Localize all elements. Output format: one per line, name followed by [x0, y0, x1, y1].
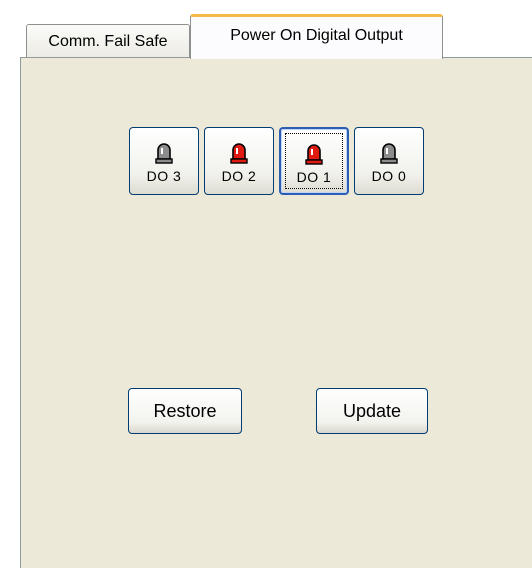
- tab-comm-fail-safe-label: Comm. Fail Safe: [48, 32, 168, 50]
- do-0-toggle-button[interactable]: DO 0: [354, 127, 424, 195]
- lamp-on-icon: [230, 143, 248, 164]
- do-2-label: DO 2: [221, 168, 257, 184]
- update-button[interactable]: Update: [316, 388, 428, 434]
- restore-button-label: Restore: [153, 400, 217, 421]
- do-1-toggle-button[interactable]: DO 1: [279, 127, 349, 195]
- tab-power-on-digital-output[interactable]: Power On Digital Output: [190, 14, 443, 59]
- lamp-on-icon: [305, 144, 323, 165]
- restore-button[interactable]: Restore: [128, 388, 242, 434]
- lamp-off-icon: [380, 143, 398, 164]
- do-2-toggle-button[interactable]: DO 2: [204, 127, 274, 195]
- tab-comm-fail-safe[interactable]: Comm. Fail Safe: [26, 24, 190, 58]
- do-3-label: DO 3: [146, 168, 182, 184]
- lamp-off-icon: [155, 143, 173, 164]
- do-1-label: DO 1: [296, 169, 332, 185]
- tab-page-power-on-digital-output: [20, 57, 532, 568]
- tab-power-on-digital-output-label: Power On Digital Output: [230, 27, 403, 44]
- update-button-label: Update: [342, 400, 402, 421]
- do-0-label: DO 0: [371, 168, 407, 184]
- do-3-toggle-button[interactable]: DO 3: [129, 127, 199, 195]
